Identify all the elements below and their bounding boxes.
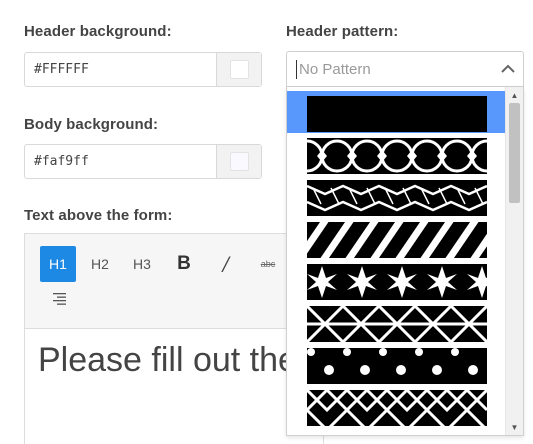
body-background-picker-button[interactable] (216, 145, 261, 178)
align-right-button[interactable] (40, 282, 76, 316)
chevron-up-icon[interactable] (500, 61, 516, 77)
pattern-option-cubes[interactable] (287, 175, 505, 217)
body-background-label: Body background: (24, 116, 159, 133)
pattern-option-solid[interactable] (287, 91, 505, 133)
h2-button[interactable]: H2 (82, 246, 118, 282)
pattern-preview-stars (307, 264, 487, 300)
scrollbar-thumb[interactable] (509, 103, 520, 203)
header-pattern-placeholder: No Pattern (299, 61, 371, 78)
header-background-picker-button[interactable] (216, 53, 261, 86)
body-background-swatch (229, 152, 249, 171)
italic-button[interactable]: / (208, 246, 244, 282)
pattern-option-polka-dots[interactable] (287, 343, 505, 385)
header-background-field[interactable]: #FFFFFF (24, 52, 262, 87)
rich-text-editor: H1 H2 H3 B / abc Please fill out the (24, 233, 324, 444)
editor-content[interactable]: Please fill out the (38, 341, 297, 380)
bold-button[interactable]: B (166, 246, 202, 282)
pattern-option-stars[interactable] (287, 259, 505, 301)
header-background-swatch (229, 60, 249, 79)
pattern-preview-cubes (307, 180, 487, 216)
pattern-preview-diamond-lattice (307, 390, 487, 426)
h3-button[interactable]: H3 (124, 246, 160, 282)
pattern-option-geometric-circles[interactable] (287, 133, 505, 175)
pattern-preview-diagonal-stripes (307, 222, 487, 258)
pattern-preview-polka-dots (307, 348, 487, 384)
strikethrough-button[interactable]: abc (250, 246, 286, 282)
scroll-down-icon[interactable]: ▼ (506, 419, 523, 435)
pattern-option-lattice[interactable] (287, 301, 505, 343)
h1-button[interactable]: H1 (40, 246, 76, 282)
header-pattern-label: Header pattern: (286, 23, 399, 40)
editor-toolbar: H1 H2 H3 B / abc (25, 234, 323, 329)
pattern-option-diagonal-stripes[interactable] (287, 217, 505, 259)
pattern-preview-lattice (307, 306, 487, 342)
header-pattern-dropdown: ▲ ▼ (286, 87, 524, 436)
header-pattern-select[interactable]: No Pattern (286, 51, 524, 87)
pattern-preview-solid (307, 96, 487, 132)
header-background-input[interactable]: #FFFFFF (25, 53, 216, 86)
dropdown-scrollbar[interactable]: ▲ ▼ (505, 87, 523, 435)
text-above-form-label: Text above the form: (24, 207, 173, 224)
header-background-label: Header background: (24, 23, 172, 40)
body-background-input[interactable]: #faf9ff (25, 145, 216, 178)
text-caret (296, 60, 297, 79)
pattern-preview-geometric-circles (307, 138, 487, 174)
align-right-icon (53, 293, 66, 305)
pattern-option-diamond-lattice[interactable] (287, 385, 505, 427)
scroll-up-icon[interactable]: ▲ (506, 87, 523, 103)
body-background-field[interactable]: #faf9ff (24, 144, 262, 179)
